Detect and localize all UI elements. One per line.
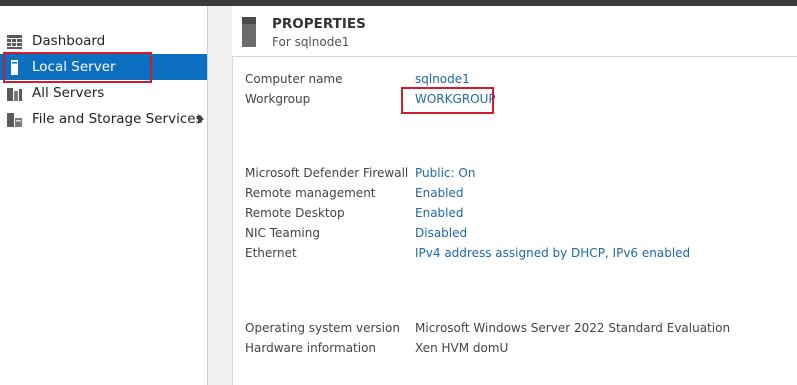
properties-panel: Computer name sqlnode1 Workgroup WORKGRO… (232, 56, 797, 385)
remote-desktop-link[interactable]: Enabled (415, 206, 464, 220)
sidebar-item-label: Local Server (32, 59, 116, 75)
dashboard-icon (6, 33, 23, 50)
prop-row-computer-name: Computer name sqlnode1 (245, 70, 470, 88)
chevron-right-icon[interactable] (198, 114, 204, 124)
file-storage-icon (6, 111, 23, 128)
prop-key: Operating system version (245, 321, 400, 335)
prop-row-nic-teaming: NIC Teaming Disabled (245, 224, 467, 242)
remote-management-link[interactable]: Enabled (415, 186, 464, 200)
panel-gutter (208, 6, 232, 385)
workgroup-link[interactable]: WORKGROUP (415, 92, 496, 106)
properties-icon (242, 17, 256, 47)
properties-pane: PROPERTIES For sqlnode1 Computer name sq… (232, 6, 797, 385)
prop-key: Remote management (245, 186, 376, 200)
server-icon (6, 59, 23, 76)
prop-row-firewall: Microsoft Defender Firewall Public: On (245, 164, 475, 182)
prop-row-remote-management: Remote management Enabled (245, 184, 464, 202)
prop-row-workgroup: Workgroup WORKGROUP (245, 90, 496, 108)
sidebar-item-label: Dashboard (32, 33, 106, 49)
ethernet-link[interactable]: IPv4 address assigned by DHCP, IPv6 enab… (415, 246, 690, 260)
prop-key: Remote Desktop (245, 206, 345, 220)
sidebar-item-label: All Servers (32, 85, 105, 101)
prop-row-hardware: Hardware information Xen HVM domU (245, 339, 508, 357)
prop-key: Ethernet (245, 246, 297, 260)
page-title: PROPERTIES (272, 16, 366, 32)
hardware-value: Xen HVM domU (415, 341, 509, 355)
sidebar-item-dashboard[interactable]: Dashboard (0, 28, 207, 54)
sidebar-item-file-storage[interactable]: File and Storage Services (0, 106, 207, 132)
prop-key: Computer name (245, 72, 343, 86)
prop-row-ethernet: Ethernet IPv4 address assigned by DHCP, … (245, 244, 690, 262)
firewall-link[interactable]: Public: On (415, 166, 475, 180)
prop-key: Workgroup (245, 92, 311, 106)
prop-row-remote-desktop: Remote Desktop Enabled (245, 204, 464, 222)
prop-key: Microsoft Defender Firewall (245, 166, 409, 180)
nic-teaming-link[interactable]: Disabled (415, 226, 467, 240)
page-subtitle: For sqlnode1 (272, 35, 350, 49)
sidebar-item-local-server[interactable]: Local Server (0, 54, 207, 80)
prop-key: Hardware information (245, 341, 377, 355)
prop-row-os-version: Operating system version Microsoft Windo… (245, 319, 730, 337)
sidebar-item-label: File and Storage Services (32, 111, 203, 127)
sidebar-item-all-servers[interactable]: All Servers (0, 80, 207, 106)
os-version-value: Microsoft Windows Server 2022 Standard E… (415, 321, 731, 335)
servers-icon (6, 85, 23, 102)
sidebar: Dashboard Local Server All Servers File … (0, 6, 207, 385)
prop-key: NIC Teaming (245, 226, 320, 240)
computer-name-link[interactable]: sqlnode1 (415, 72, 470, 86)
